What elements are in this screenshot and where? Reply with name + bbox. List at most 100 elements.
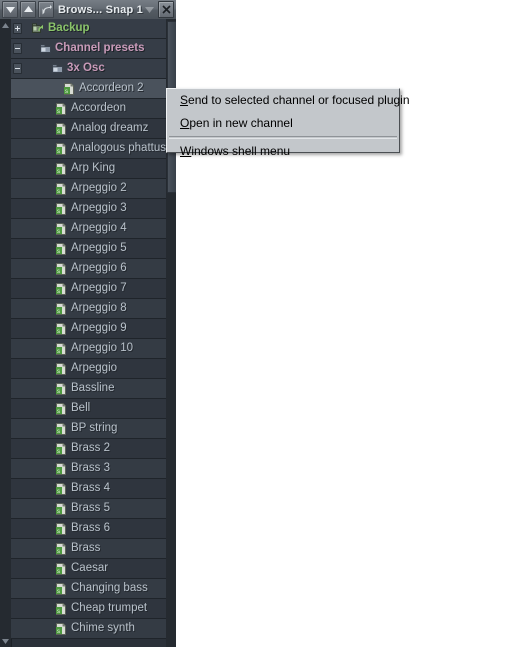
menu-item-label: indows shell menu (191, 144, 291, 158)
tree-row[interactable]: s Arpeggio 8 (11, 299, 166, 319)
preset-file-icon: s (56, 242, 67, 255)
menu-item-accelerator: W (180, 144, 192, 158)
preset-file-icon: s (56, 262, 67, 275)
tree-row-label: Arpeggio 6 (71, 261, 127, 274)
svg-text:s: s (57, 429, 60, 435)
tree-row[interactable]: s Brass 6 (11, 519, 166, 539)
context-menu[interactable]: Send to selected channel or focused plug… (166, 88, 410, 158)
preset-file-icon: s (56, 182, 67, 195)
tree-toggle-minus[interactable] (13, 43, 22, 54)
tree-row-label: Brass (71, 541, 101, 554)
svg-text:s: s (57, 449, 60, 455)
tree-row[interactable]: Backup (11, 19, 166, 39)
tree-row[interactable]: s Arpeggio 4 (11, 219, 166, 239)
preset-tree[interactable]: Backup Channel presets 3x Osc s Accordeon 2s… (11, 19, 166, 647)
up-arrow-icon (23, 6, 33, 12)
svg-text:s: s (57, 489, 60, 495)
tree-toggle-minus[interactable] (13, 63, 22, 74)
tree-row[interactable]: s Cheap trumpet (11, 599, 166, 619)
tree-toggle-spacer (13, 464, 22, 473)
tree-toggle-spacer (13, 584, 22, 593)
svg-text:s: s (57, 269, 60, 275)
tree-toggle-spacer (13, 284, 22, 293)
tree-row[interactable]: s Arpeggio 6 (11, 259, 166, 279)
tree-row[interactable]: s Brass 4 (11, 479, 166, 499)
menu-separator (169, 136, 397, 139)
tree-row[interactable]: s Analog dreamz (11, 119, 166, 139)
preset-file-icon: s (55, 142, 67, 155)
tree-row-label: Channel presets (55, 41, 145, 54)
browser-titlebar: Brows... Snap 1 (0, 0, 176, 20)
tree-row[interactable]: s Arpeggio 9 (11, 319, 166, 339)
tree-toggle-spacer (13, 364, 22, 373)
tree-row[interactable]: s Arpeggio 7 (11, 279, 166, 299)
tree-row[interactable]: s Arpeggio 3 (11, 199, 166, 219)
preset-file-icon: s (56, 562, 67, 575)
chevron-down-icon[interactable] (145, 6, 154, 13)
menu-item-accelerator: S (180, 93, 189, 107)
context-menu-item[interactable]: Open in new channel (167, 112, 399, 135)
backup-folder-icon (32, 23, 44, 34)
svg-text:s: s (57, 469, 60, 475)
tree-row-label: Arpeggio 3 (71, 201, 127, 214)
preset-file-icon: s (56, 122, 67, 135)
tree-toggle-spacer (13, 484, 22, 493)
preset-file-icon: s (56, 582, 67, 595)
tree-row-label: Arpeggio 9 (71, 321, 127, 334)
down-arrow-button[interactable] (2, 1, 18, 18)
close-button[interactable] (158, 1, 174, 18)
up-arrow-button[interactable] (20, 1, 36, 18)
tree-row[interactable]: s Brass (11, 539, 166, 559)
svg-text:s: s (57, 589, 60, 595)
svg-text:s: s (57, 109, 60, 115)
tree-row[interactable]: s Caesar (11, 559, 166, 579)
tree-toggle-plus[interactable] (13, 23, 22, 34)
tree-row[interactable]: s Arp King (11, 159, 166, 179)
tree-row-label: Analog dreamz (71, 121, 149, 134)
svg-text:s: s (57, 529, 60, 535)
tree-row[interactable]: s Bassline (11, 379, 166, 399)
tree-row-label: Bassline (71, 381, 115, 394)
tree-row[interactable]: 3x Osc (11, 59, 166, 79)
tree-row[interactable]: s Changing bass (11, 579, 166, 599)
scroll-down-icon (2, 638, 9, 644)
tree-row[interactable]: s Analogous phattus (11, 139, 166, 159)
preset-file-icon: s (56, 462, 67, 475)
tree-toggle-spacer (13, 204, 22, 213)
scroll-up-button[interactable] (0, 19, 11, 31)
preset-file-icon: s (56, 362, 67, 375)
tree-row[interactable]: s Brass 3 (11, 459, 166, 479)
svg-text:s: s (57, 129, 60, 135)
tree-row-label: Accordeon 2 (79, 81, 144, 94)
tree-row[interactable]: Channel presets (11, 39, 166, 59)
tree-row[interactable]: s Arpeggio 2 (11, 179, 166, 199)
context-menu-item[interactable]: Send to selected channel or focused plug… (167, 89, 410, 112)
tree-row-label: Brass 5 (71, 501, 110, 514)
tree-row-label: Analogous phattus (70, 141, 166, 154)
preset-file-icon: s (56, 162, 67, 175)
tree-row[interactable]: s Accordeon 2 (11, 79, 166, 99)
tree-row-label: Brass 3 (71, 461, 110, 474)
tree-row-label: Arpeggio 10 (71, 341, 134, 354)
tree-row[interactable]: s Accordeon (11, 99, 166, 119)
tree-toggle-spacer (13, 344, 22, 353)
tree-row[interactable]: s Chime synth (11, 619, 166, 639)
context-menu-item[interactable]: Windows shell menu (167, 140, 399, 163)
tree-row[interactable]: s Brass 5 (11, 499, 166, 519)
preset-file-icon: s (56, 422, 67, 435)
tree-row-label: Backup (48, 21, 90, 34)
scroll-down-button[interactable] (0, 635, 11, 647)
tree-row[interactable]: s Arpeggio 10 (11, 339, 166, 359)
tree-row-label: Arpeggio 5 (71, 241, 127, 254)
screen: Brows... Snap 1 Backup Channel presets 3… (0, 0, 509, 647)
tree-toggle-spacer (13, 424, 22, 433)
tree-row[interactable]: s BP string (11, 419, 166, 439)
back-arrow-button[interactable] (38, 1, 54, 18)
scroll-up-icon (2, 22, 9, 28)
tree-row-label: Arpeggio 2 (71, 181, 127, 194)
tree-row[interactable]: s Brass 2 (11, 439, 166, 459)
tree-row[interactable]: s Arpeggio (11, 359, 166, 379)
tree-row[interactable]: s Arpeggio 5 (11, 239, 166, 259)
svg-text:s: s (57, 149, 60, 155)
tree-row[interactable]: s Bell (11, 399, 166, 419)
